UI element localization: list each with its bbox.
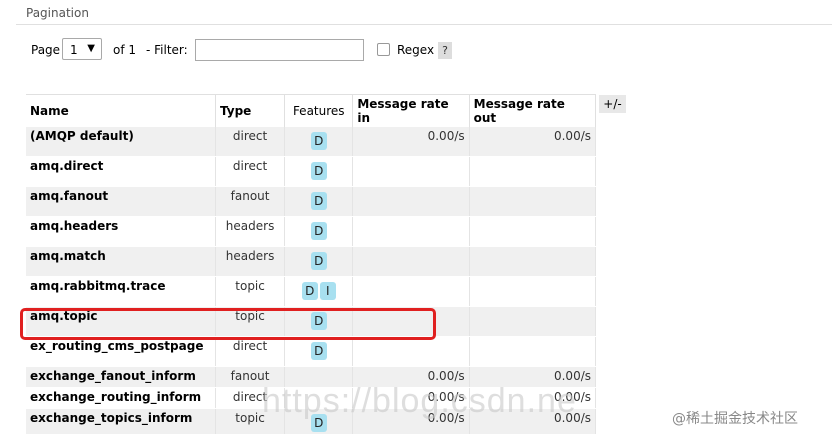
col-header-type[interactable]: Type [215, 94, 286, 127]
exchange-name[interactable]: (AMQP default) [26, 127, 216, 157]
exchange-type: topic [215, 276, 286, 307]
durable-badge: D [301, 282, 318, 300]
col-header-rate-out[interactable]: Message rate out [469, 94, 597, 127]
page-label: Page [31, 43, 61, 57]
rate-out [469, 276, 597, 307]
exchange-features: DI [284, 276, 354, 307]
filter-label: - Filter: [146, 43, 188, 57]
section-title: Pagination [26, 6, 89, 20]
rate-in [352, 336, 470, 367]
rate-in [352, 246, 470, 277]
rate-out [469, 306, 597, 337]
pagination-section-header[interactable]: Pagination [16, 0, 832, 25]
exchange-type: direct [215, 156, 286, 187]
rate-in [352, 156, 470, 187]
exchange-name[interactable]: exchange_topics_inform [26, 408, 216, 435]
exchange-type: fanout [215, 186, 286, 217]
columns-toggle-button[interactable]: +/- [599, 95, 626, 113]
table-row[interactable]: amq.fanout fanout D [26, 186, 597, 217]
highlight-box [20, 308, 436, 340]
pagination-controls: Page 1 ▼ of 1 - Filter: Regex ? [31, 38, 511, 62]
rate-in [352, 276, 470, 307]
table-header-row: Name Type Features Message rate in Messa… [26, 94, 597, 127]
table-row[interactable]: amq.direct direct D [26, 156, 597, 187]
durable-badge: D [310, 222, 327, 240]
rate-out [469, 246, 597, 277]
exchange-type: headers [215, 216, 286, 247]
filter-input[interactable] [195, 39, 364, 61]
table-row[interactable]: (AMQP default) direct D 0.00/s 0.00/s [26, 127, 597, 157]
page-select-value: 1 [70, 43, 78, 57]
rate-out: 0.00/s [469, 127, 597, 157]
col-header-features[interactable]: Features [284, 94, 354, 127]
rate-in [352, 186, 470, 217]
regex-checkbox[interactable] [377, 43, 390, 56]
internal-badge: I [319, 282, 336, 300]
exchange-features: D [284, 156, 354, 187]
exchange-features: D [284, 127, 354, 157]
exchange-name[interactable]: ex_routing_cms_postpage [26, 336, 216, 367]
exchange-name[interactable]: amq.headers [26, 216, 216, 247]
durable-badge: D [310, 132, 327, 150]
exchange-name[interactable]: amq.fanout [26, 186, 216, 217]
durable-badge: D [310, 342, 327, 360]
durable-badge: D [310, 162, 327, 180]
rate-out [469, 216, 597, 247]
exchange-name[interactable]: amq.direct [26, 156, 216, 187]
exchange-features: D [284, 216, 354, 247]
credit-text: @稀土掘金技术社区 [672, 411, 798, 427]
dropdown-arrow-icon: ▼ [87, 43, 95, 54]
page-select[interactable]: 1 ▼ [62, 38, 102, 60]
exchange-features: D [284, 246, 354, 277]
exchange-type: headers [215, 246, 286, 277]
table-row[interactable]: ex_routing_cms_postpage direct D [26, 336, 597, 367]
watermark-text: https://blog.csdn.ne [262, 382, 577, 420]
table-row[interactable]: amq.rabbitmq.trace topic D I [26, 276, 597, 307]
rate-out [469, 156, 597, 187]
rate-in: 0.00/s [352, 127, 470, 157]
exchange-name[interactable]: exchange_fanout_inform [26, 366, 216, 388]
exchange-name[interactable]: exchange_routing_inform [26, 387, 216, 409]
durable-badge: D [310, 192, 327, 210]
rate-in [352, 216, 470, 247]
exchange-type: direct [215, 127, 286, 157]
table-row[interactable]: amq.match headers D [26, 246, 597, 277]
page-count-label: of 1 [113, 43, 137, 57]
exchange-name[interactable]: amq.rabbitmq.trace [26, 276, 216, 307]
regex-label: Regex [397, 43, 435, 57]
exchange-type: direct [215, 336, 286, 367]
rate-out [469, 186, 597, 217]
durable-badge: D [310, 252, 327, 270]
exchange-features: D [284, 336, 354, 367]
col-header-name[interactable]: Name [26, 94, 216, 127]
regex-help-button[interactable]: ? [438, 42, 452, 59]
rate-out [469, 336, 597, 367]
col-header-rate-in[interactable]: Message rate in [352, 94, 470, 127]
exchange-name[interactable]: amq.match [26, 246, 216, 277]
exchange-features: D [284, 186, 354, 217]
table-row[interactable]: amq.headers headers D [26, 216, 597, 247]
